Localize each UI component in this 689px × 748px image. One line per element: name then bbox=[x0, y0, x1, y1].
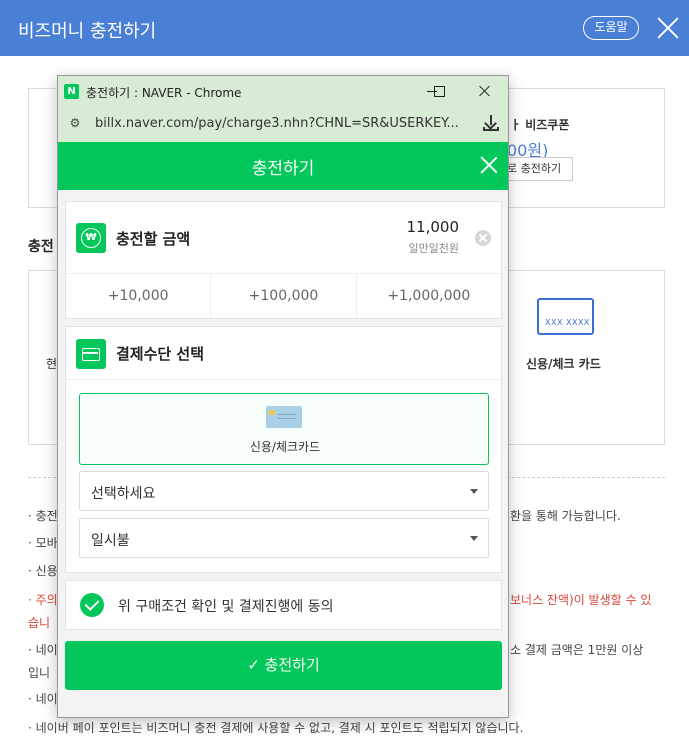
note-item: · 충전 bbox=[28, 509, 58, 523]
select-value: 선택하세요 bbox=[91, 486, 156, 502]
card-option-button[interactable]: 신용/체크카드 bbox=[79, 393, 489, 465]
note-item: 습니 bbox=[28, 616, 51, 630]
increment-row: +10,000 +100,000 +1,000,000 bbox=[66, 273, 501, 318]
note-item: · 네이버 페이 포인트는 비즈머니 충전 결제에 사용할 수 없고, 결제 시… bbox=[28, 721, 524, 735]
credit-card-icon[interactable]: XXX XXXX bbox=[537, 298, 594, 335]
section-label: 충전 bbox=[28, 239, 54, 255]
close-icon[interactable] bbox=[656, 16, 680, 40]
amount-korean: 일만일천원 bbox=[408, 242, 459, 255]
charge-button[interactable]: ✓ 충전하기 bbox=[65, 641, 502, 690]
coupon-charge-button[interactable]: 로 충전하기 bbox=[500, 157, 573, 181]
agree-panel[interactable]: 위 구매조건 확인 및 결제진행에 동의 bbox=[65, 580, 502, 630]
note-item: · 신용 bbox=[28, 564, 58, 578]
note-item: · 네이 bbox=[28, 692, 58, 706]
help-button[interactable]: 도움말 bbox=[583, 16, 639, 40]
address-bar: ⚙ billx.naver.com/pay/charge3.nhn?CHNL=S… bbox=[58, 106, 508, 142]
amount-value: 11,000 bbox=[406, 218, 460, 236]
installment-select[interactable]: 일시불 bbox=[79, 518, 489, 558]
window-titlebar: N 충전하기 : NAVER - Chrome bbox=[58, 76, 508, 106]
note-item: · 네이 bbox=[28, 643, 58, 657]
modal-title: 충전하기 bbox=[251, 159, 315, 179]
clear-amount-icon[interactable] bbox=[475, 230, 491, 246]
payment-panel: 결제수단 선택 신용/체크카드 선택하세요 일시불 bbox=[65, 326, 502, 573]
window-title: 충전하기 : NAVER - Chrome bbox=[86, 86, 242, 100]
note-item: · 모바 bbox=[28, 536, 58, 550]
modal-close-icon[interactable] bbox=[480, 156, 498, 174]
card-icon-text: XXX XXXX bbox=[545, 318, 590, 327]
url-field[interactable]: billx.naver.com/pay/charge3.nhn?CHNL=SR&… bbox=[95, 116, 475, 131]
amount-title: 충전할 금액 bbox=[116, 230, 191, 248]
chevron-down-icon bbox=[470, 489, 478, 494]
check-icon[interactable] bbox=[80, 593, 104, 617]
payment-title: 결제수단 선택 bbox=[116, 345, 205, 363]
chrome-popup-window: N 충전하기 : NAVER - Chrome ⚙ billx.naver.co… bbox=[57, 75, 509, 718]
method-label-left: 현 bbox=[46, 357, 58, 371]
agree-label: 위 구매조건 확인 및 결제진행에 동의 bbox=[118, 599, 334, 615]
page-header: 비즈머니 충전하기 도움말 bbox=[0, 0, 689, 56]
note-item-tail: 소 결제 금액은 1만원 이상 bbox=[510, 643, 644, 657]
note-item: 입니 bbox=[28, 666, 51, 680]
increment-100000-button[interactable]: +100,000 bbox=[211, 274, 357, 318]
note-item-tail: 환을 통해 가능합니다. bbox=[510, 509, 621, 523]
card-option-label: 신용/체크카드 bbox=[249, 440, 321, 454]
download-icon[interactable] bbox=[482, 114, 500, 132]
naver-logo-icon: N bbox=[64, 84, 79, 99]
site-info-icon[interactable]: ⚙ bbox=[66, 114, 84, 132]
increment-1000000-button[interactable]: +1,000,000 bbox=[357, 274, 501, 318]
increment-10000-button[interactable]: +10,000 bbox=[66, 274, 212, 318]
divider bbox=[66, 379, 501, 380]
installment-value: 일시불 bbox=[91, 533, 130, 549]
amount-panel: ₩ 충전할 금액 11,000 일만일천원 +10,000 +100,000 +… bbox=[65, 201, 502, 319]
modal-header: 충전하기 bbox=[58, 142, 508, 190]
note-item: · 주의 bbox=[28, 593, 58, 607]
credit-card-image-icon bbox=[266, 406, 302, 428]
window-close-icon[interactable] bbox=[475, 82, 495, 100]
maximize-icon[interactable] bbox=[429, 82, 449, 100]
note-item-tail: 보너스 잔액)이 발생할 수 있 bbox=[510, 593, 652, 607]
card-icon bbox=[76, 339, 106, 369]
card-method-label[interactable]: 신용/체크 카드 bbox=[526, 355, 601, 372]
coupon-label: ㅏ 비즈쿠폰 bbox=[510, 118, 570, 132]
card-company-select[interactable]: 선택하세요 bbox=[79, 471, 489, 511]
chevron-down-icon bbox=[470, 536, 478, 541]
page-title: 비즈머니 충전하기 bbox=[18, 21, 157, 42]
won-icon: ₩ bbox=[76, 223, 106, 253]
